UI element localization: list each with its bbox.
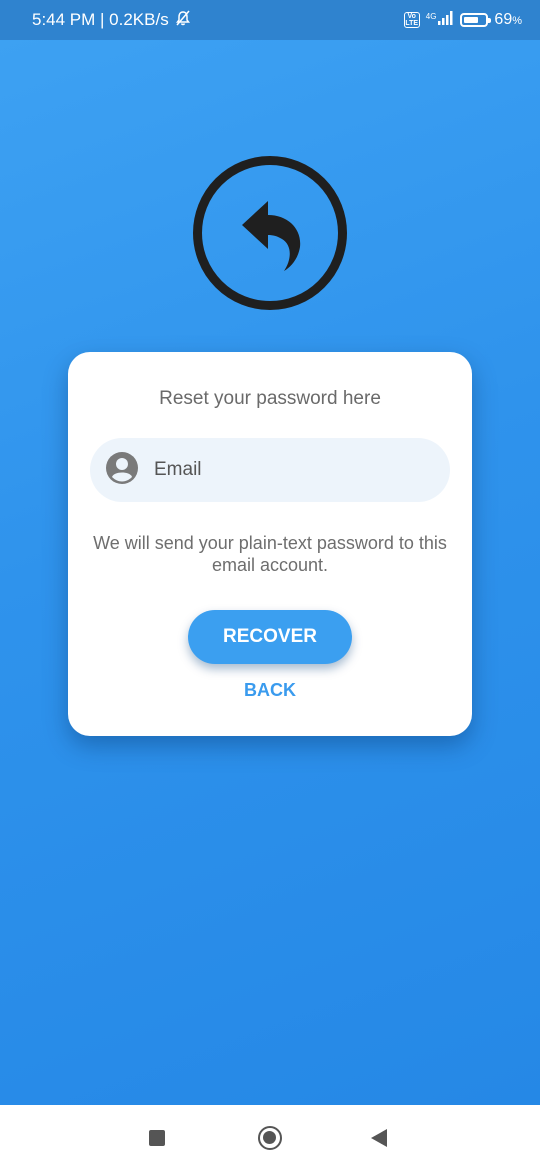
recents-icon[interactable] (149, 1130, 165, 1146)
reply-arrow-icon (193, 156, 347, 310)
home-icon[interactable] (258, 1126, 282, 1150)
info-text: We will send your plain-text password to… (93, 533, 447, 575)
status-time: 5:44 PM | 0.2KB/s (32, 10, 169, 29)
back-icon[interactable] (371, 1129, 387, 1147)
bell-off-icon (175, 10, 191, 31)
account-circle-icon (106, 451, 138, 489)
network-type: 4G (425, 12, 437, 21)
signal-icon (438, 10, 454, 30)
battery-level-fill (464, 17, 479, 23)
status-bar: 5:44 PM | 0.2KB/s Vo LTE 4G 69% (0, 0, 540, 40)
battery-icon (460, 13, 492, 27)
app-screen: 5:44 PM | 0.2KB/s Vo LTE 4G 69% Reset yo… (0, 0, 540, 1105)
recover-button[interactable]: RECOVER (188, 610, 352, 664)
battery-percent: 69% (494, 11, 522, 28)
navigation-bar (0, 1105, 540, 1170)
reset-password-card: Reset your password here We will send yo… (68, 352, 472, 736)
email-input[interactable] (154, 459, 414, 481)
card-title: Reset your password here (159, 388, 381, 409)
back-button[interactable]: BACK (68, 680, 472, 701)
volte-icon: Vo LTE (403, 12, 420, 28)
email-field[interactable] (90, 438, 450, 502)
